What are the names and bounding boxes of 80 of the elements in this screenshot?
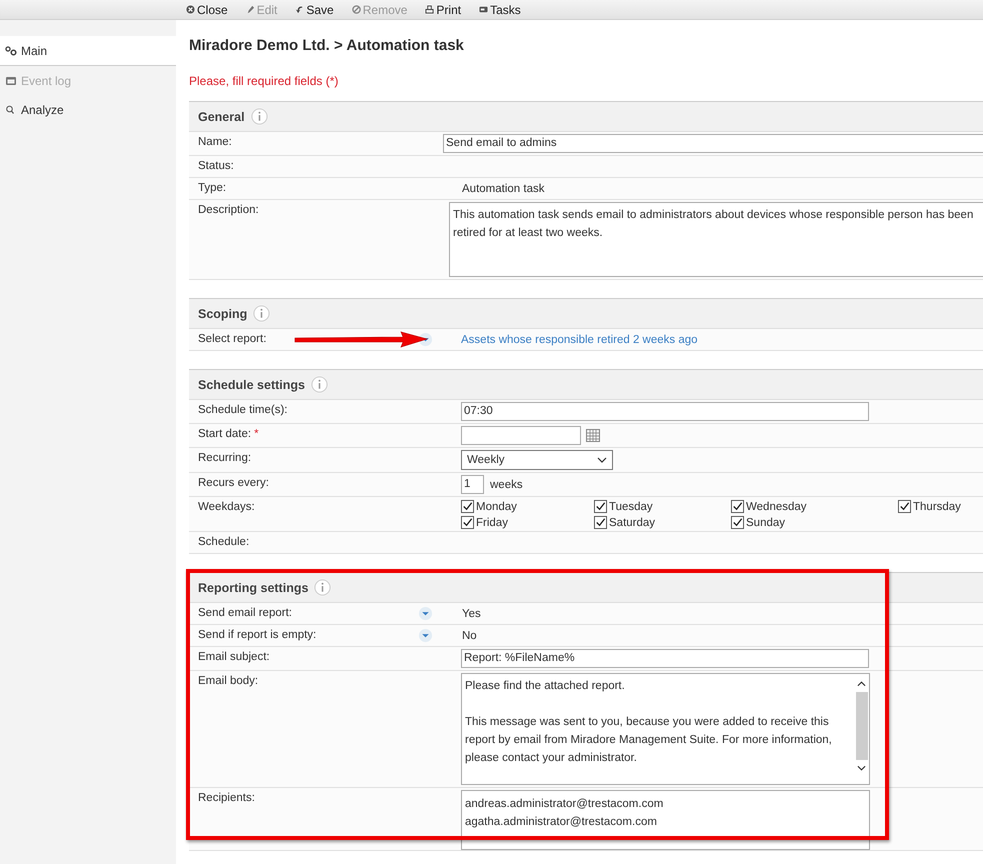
email-body-field[interactable]: Please find the attached report. This message was sent to you, because you were added to receive this report by email from Miradore Management Suite. For more information, please contact your administrator. bbox=[461, 673, 870, 785]
section-title: General bbox=[198, 110, 245, 124]
section-title: Scoping bbox=[198, 306, 248, 320]
input-field[interactable]: Send email to admins bbox=[443, 134, 983, 153]
checkbox-label: Wednesday bbox=[746, 500, 807, 512]
description-field[interactable]: This automation task sends email to administrators about devices whose responsible person has been retired for at least two weeks. bbox=[449, 202, 983, 277]
gears-icon bbox=[5, 46, 17, 56]
checkbox-label: Friday bbox=[476, 516, 508, 528]
checkbox[interactable] bbox=[461, 500, 474, 513]
search-icon bbox=[5, 104, 17, 114]
toolbar-button[interactable]: Save bbox=[295, 2, 334, 18]
info-icon[interactable] bbox=[250, 108, 268, 125]
checkbox[interactable] bbox=[461, 516, 474, 529]
page-title: Miradore Demo Ltd. > Automation task bbox=[189, 37, 465, 54]
window-icon bbox=[5, 76, 17, 86]
sidebar-label: Main bbox=[21, 44, 48, 58]
pencil-icon bbox=[246, 5, 255, 14]
field-label: Start date: bbox=[198, 428, 252, 440]
checkbox[interactable] bbox=[731, 500, 744, 513]
field-label: Weekdays: bbox=[198, 501, 255, 513]
checkbox-label: Sunday bbox=[746, 516, 786, 528]
sidebar-item[interactable]: Analyze bbox=[0, 95, 176, 124]
validation-message: Please, fill required fields (*) bbox=[189, 74, 340, 88]
input-field[interactable]: 07:30 bbox=[461, 402, 869, 421]
info-icon[interactable] bbox=[314, 579, 332, 596]
toolbar-button[interactable]: Print bbox=[425, 2, 462, 18]
field-value: Automation task bbox=[461, 182, 544, 194]
checkbox-label: Saturday bbox=[609, 516, 656, 528]
checkbox[interactable] bbox=[594, 500, 607, 513]
toolbar-button[interactable]: Tasks bbox=[479, 2, 521, 18]
field-label: Type: bbox=[198, 182, 226, 194]
field-label: Recipients: bbox=[198, 792, 255, 804]
sidebar-label: Event log bbox=[21, 74, 72, 88]
field-label: Send if report is empty: bbox=[198, 629, 316, 641]
sidebar-item[interactable]: Main bbox=[0, 36, 176, 66]
chevron-down-icon bbox=[597, 457, 607, 463]
date-field[interactable] bbox=[461, 426, 581, 445]
field-value: No bbox=[461, 630, 477, 642]
field-label: Name: bbox=[198, 136, 232, 148]
printer-icon bbox=[425, 5, 434, 14]
info-icon[interactable] bbox=[253, 305, 270, 322]
dropdown-icon[interactable] bbox=[418, 332, 433, 347]
field-value: Yes bbox=[461, 608, 481, 620]
checkbox-label: Tuesday bbox=[609, 500, 653, 512]
checkbox-label: Thursday bbox=[913, 500, 961, 512]
required-mark: * bbox=[254, 428, 259, 440]
sidebar-label: Analyze bbox=[21, 102, 64, 116]
section-title: Reporting settings bbox=[198, 580, 308, 594]
scroll-up-icon[interactable] bbox=[857, 681, 866, 687]
close-icon bbox=[186, 5, 195, 14]
field-label: Schedule time(s): bbox=[198, 404, 288, 416]
scroll-down-icon[interactable] bbox=[857, 765, 866, 771]
field-label: Email body: bbox=[198, 675, 258, 687]
field-label: Recurs every: bbox=[198, 477, 269, 489]
checkbox-label: Monday bbox=[476, 500, 517, 512]
field-label: Schedule: bbox=[198, 536, 250, 548]
field-label: Select report: bbox=[198, 333, 266, 345]
field-label: Email subject: bbox=[198, 651, 270, 663]
prohibited-icon bbox=[352, 5, 361, 14]
dropdown-icon[interactable] bbox=[418, 606, 433, 621]
checkbox[interactable] bbox=[594, 516, 607, 529]
recurring-dropdown[interactable]: Weekly bbox=[461, 450, 613, 470]
curved-arrow-icon bbox=[295, 5, 304, 14]
dropdown-icon[interactable] bbox=[418, 628, 433, 643]
recipients-field[interactable]: andreas.administrator@trestacom.com agatha.administrator@trestacom.com bbox=[461, 790, 870, 850]
number-field[interactable]: 1 bbox=[461, 475, 484, 494]
toolbar-button[interactable]: Close bbox=[186, 2, 228, 18]
tasks-icon bbox=[479, 5, 488, 14]
checkbox[interactable] bbox=[731, 516, 744, 529]
info-icon[interactable] bbox=[310, 376, 328, 393]
field-label: Recurring: bbox=[198, 452, 252, 464]
field-label: Description: bbox=[198, 204, 259, 216]
calendar-icon[interactable] bbox=[586, 429, 600, 442]
section-title: Schedule settings bbox=[198, 378, 305, 392]
checkbox[interactable] bbox=[898, 500, 911, 513]
unit-label: weeks bbox=[490, 478, 523, 490]
field-label: Status: bbox=[198, 160, 234, 172]
report-link[interactable]: Assets whose responsible retired 2 weeks ago bbox=[461, 334, 698, 346]
field-label: Send email report: bbox=[198, 607, 292, 619]
input-field[interactable]: Report: %FileName% bbox=[461, 649, 869, 668]
